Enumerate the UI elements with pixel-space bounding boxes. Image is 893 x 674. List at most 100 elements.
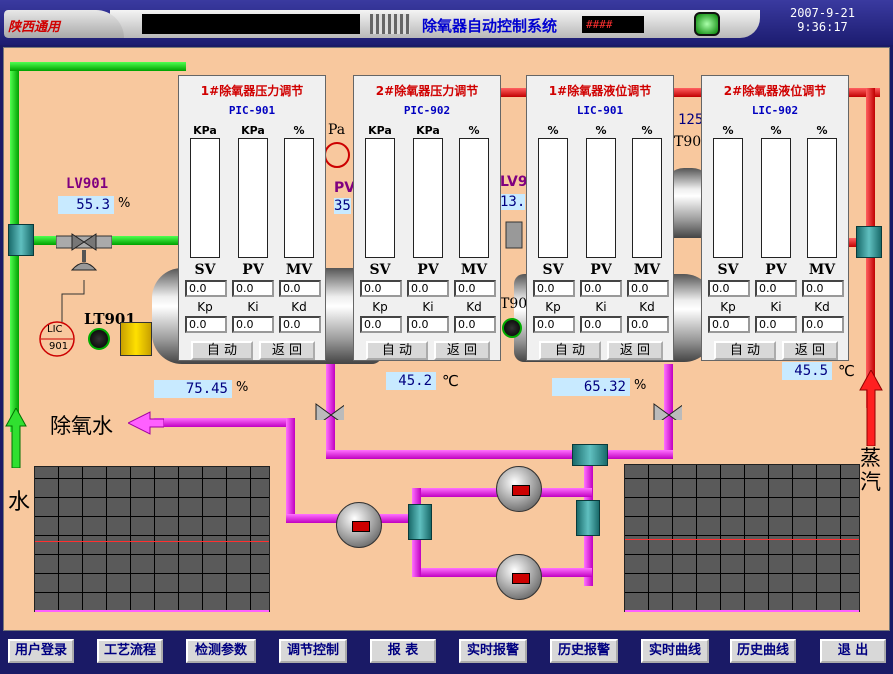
kd-field[interactable]: 0.0	[627, 316, 669, 333]
pv-field: 0.0	[580, 280, 622, 297]
level-transmitter-body	[120, 322, 152, 356]
sv-label: SV	[542, 262, 564, 278]
bar-unit-sv: %	[547, 124, 559, 137]
ki-field[interactable]: 0.0	[755, 316, 797, 333]
nav-history-curve-button[interactable]: 历史曲线	[730, 639, 796, 663]
mv-field[interactable]: 0.0	[802, 280, 844, 297]
mv-field[interactable]: 0.0	[279, 280, 321, 297]
pump-tee-2	[576, 500, 600, 536]
kd-label: Kd	[466, 300, 482, 314]
sv-field[interactable]: 0.0	[533, 280, 575, 297]
bar-unit-mv: %	[641, 124, 653, 137]
bar-unit-mv: %	[468, 124, 480, 137]
kp-label: Kp	[720, 300, 736, 314]
outlet-valve-1-icon[interactable]	[314, 398, 344, 420]
panel-pic901: 1#除氧器压力调节 PIC-901 KPa KPa % SV PV MV 0.0…	[178, 75, 326, 361]
back-button[interactable]: 返 回	[607, 341, 663, 360]
kp-field[interactable]: 0.0	[360, 316, 402, 333]
value-35-partial: 35	[334, 198, 351, 214]
ki-label: Ki	[422, 300, 434, 314]
bar-unit-pv: %	[770, 124, 782, 137]
back-button[interactable]: 返 回	[782, 341, 838, 360]
status-indicator: ####	[582, 16, 644, 33]
pv-field: 0.0	[232, 280, 274, 297]
nav-process-flow-button[interactable]: 工艺流程	[97, 639, 163, 663]
lic901-top: LIC	[47, 324, 63, 335]
lt902-transmitter-icon	[502, 318, 522, 338]
nav-realtime-curve-button[interactable]: 实时曲线	[641, 639, 709, 663]
panel-lic901: 1#除氧器液位调节 LIC-901 % % % SV PV MV 0.0 0.0…	[526, 75, 674, 361]
kd-field[interactable]: 0.0	[802, 316, 844, 333]
deaerated-water-pipe	[154, 418, 294, 427]
bar-sv	[713, 138, 743, 258]
kd-field[interactable]: 0.0	[454, 316, 496, 333]
auto-button[interactable]: 自 动	[366, 341, 428, 360]
kp-label: Kp	[545, 300, 561, 314]
back-button[interactable]: 返 回	[259, 341, 315, 360]
kp-field[interactable]: 0.0	[185, 316, 227, 333]
steam-valve-icon[interactable]	[500, 218, 528, 252]
temp-1-unit: ℃	[442, 372, 459, 390]
pump-3-icon[interactable]	[496, 554, 542, 600]
kp-field[interactable]: 0.0	[533, 316, 575, 333]
bar-sv	[190, 138, 220, 258]
pump-2-icon[interactable]	[496, 466, 542, 512]
lt902-tag-partial: T90	[500, 296, 528, 312]
lv902-tag-partial: LV9	[500, 174, 528, 190]
value-13-partial: 13.	[500, 194, 526, 210]
pv-label: PV	[765, 262, 787, 278]
outlet-valve-2-icon[interactable]	[652, 398, 682, 420]
pressure-1-tag-partial: Pa	[328, 122, 346, 138]
pump-1-icon[interactable]	[336, 502, 382, 548]
scada-screen: 陕西通用 除氧器自动控制系统 #### 2007-9-21 9:36:17 水 …	[0, 0, 893, 674]
kp-field[interactable]: 0.0	[708, 316, 750, 333]
deaerated-water-arrow-icon	[128, 411, 164, 435]
mv-field[interactable]: 0.0	[627, 280, 669, 297]
panel-title: 2#除氧器液位调节	[723, 84, 827, 98]
auto-button[interactable]: 自 动	[714, 341, 776, 360]
panel-title: 1#除氧器压力调节	[200, 84, 304, 98]
lic901-bottom: 901	[49, 341, 69, 352]
date-display: 2007-9-21	[789, 6, 856, 20]
auto-button[interactable]: 自 动	[191, 341, 253, 360]
panel-tag: PIC-902	[403, 104, 451, 117]
nav-user-login-button[interactable]: 用户登录	[8, 639, 74, 663]
bar-unit-pv: KPa	[241, 124, 265, 137]
steam-arrow-icon	[859, 370, 883, 446]
control-valve-lv901-icon	[56, 233, 112, 271]
trend-left-line	[35, 541, 269, 542]
ki-field[interactable]: 0.0	[407, 316, 449, 333]
kp-label: Kp	[372, 300, 388, 314]
sv-field[interactable]: 0.0	[360, 280, 402, 297]
mv-field[interactable]: 0.0	[454, 280, 496, 297]
ki-field[interactable]: 0.0	[232, 316, 274, 333]
bar-unit-sv: KPa	[368, 124, 392, 137]
sv-label: SV	[717, 262, 739, 278]
bar-pv	[413, 138, 443, 258]
nav-regulation-control-button[interactable]: 调节控制	[279, 639, 347, 663]
sv-field[interactable]: 0.0	[708, 280, 750, 297]
kd-label: Kd	[814, 300, 830, 314]
nav-realtime-alarm-button[interactable]: 实时报警	[459, 639, 527, 663]
water-pipe-top	[10, 62, 186, 71]
kd-field[interactable]: 0.0	[279, 316, 321, 333]
nav-report-button[interactable]: 报 表	[370, 639, 436, 663]
auto-button[interactable]: 自 动	[539, 341, 601, 360]
temp-2-unit: ℃	[838, 362, 855, 380]
panel-tag: PIC-901	[228, 104, 276, 117]
bar-unit-pv: KPa	[416, 124, 440, 137]
water-arrow-icon	[5, 408, 27, 468]
back-button[interactable]: 返 回	[434, 341, 490, 360]
pv-label: PV	[417, 262, 439, 278]
mv-label: MV	[460, 262, 488, 278]
run-lamp-icon[interactable]	[694, 12, 720, 36]
pv-label: PV	[590, 262, 612, 278]
nav-history-alarm-button[interactable]: 历史报警	[550, 639, 618, 663]
nav-detection-params-button[interactable]: 检测参数	[186, 639, 256, 663]
ki-field[interactable]: 0.0	[580, 316, 622, 333]
sv-field[interactable]: 0.0	[185, 280, 227, 297]
nav-exit-button[interactable]: 退 出	[820, 639, 886, 663]
value-125-partial: 125	[678, 112, 704, 128]
temp-2-readout: 45.5	[782, 362, 832, 380]
trend-right-baseline	[625, 610, 859, 612]
